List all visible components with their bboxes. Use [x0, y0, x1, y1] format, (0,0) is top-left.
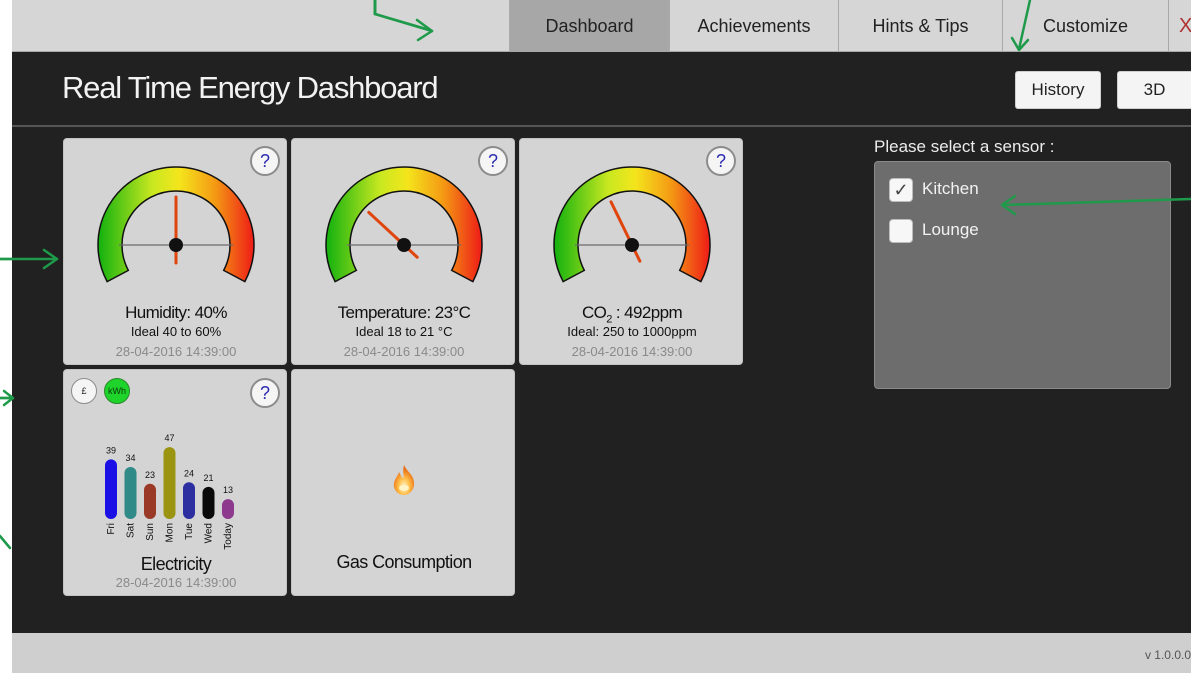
co2-card: ? CO2 : 492ppm Ideal: 250 to 1000ppm 28-… — [519, 138, 743, 365]
temperature-reading: Temperature: 23°C — [337, 303, 471, 322]
gauge-hub — [397, 238, 411, 252]
status-bar: v 1.0.0.0 — [12, 633, 1191, 673]
electricity-timestamp: 28-04-2016 14:39:00 — [115, 575, 237, 590]
electricity-card: £ kWh ? 39 Fri 34 Sat 23 Sun 47 Mon 24 Tue 21 Wed 13… — [63, 369, 287, 596]
electricity-bar-value: 23 — [145, 470, 155, 480]
humidity-reading: Humidity: 40% — [125, 303, 227, 322]
electricity-day-label: Sun — [145, 523, 156, 541]
humidity-gauge — [97, 166, 255, 283]
gas-title: Gas Consumption — [336, 552, 472, 572]
history-button[interactable]: History — [1015, 71, 1101, 109]
electricity-bar-value: 21 — [203, 473, 213, 483]
app-window: Dashboard Achievements Hints & Tips Cust… — [12, 0, 1191, 673]
header-divider — [12, 125, 1191, 127]
co2-reading: CO2 : 492ppm — [520, 303, 744, 325]
electricity-bar — [163, 447, 176, 519]
co2-gauge — [553, 166, 711, 283]
version-label: v 1.0.0.0 — [1144, 648, 1191, 662]
electricity-bar-value: 39 — [106, 445, 116, 455]
electricity-bar-chart: 39 Fri 34 Sat 23 Sun 47 Mon 24 Tue 21 Wed 13 Today — [105, 433, 234, 550]
electricity-bar — [202, 486, 215, 519]
close-button[interactable]: X — [1168, 0, 1191, 52]
electricity-day-label: Sat — [126, 523, 137, 538]
electricity-bar-value: 34 — [125, 453, 135, 463]
tab-bar: Dashboard Achievements Hints & Tips Cust… — [12, 0, 1191, 52]
sensor-panel: ✓ Kitchen Lounge — [874, 161, 1171, 389]
electricity-day-label: Tue — [184, 523, 195, 540]
temperature-ideal-range: Ideal 18 to 21 °C — [355, 324, 453, 339]
temperature-card: ? Temperature: 23°C Ideal 18 to 21 °C 28… — [291, 138, 515, 365]
tab-customize[interactable]: Customize — [1002, 0, 1168, 52]
kitchen-checkbox[interactable]: ✓ — [889, 178, 913, 202]
electricity-bar — [222, 499, 234, 519]
tab-dashboard[interactable]: Dashboard — [509, 0, 669, 52]
co2-label: CO — [581, 303, 607, 322]
electricity-day-label: Mon — [165, 523, 176, 542]
gas-card[interactable]: Gas Consumption — [291, 369, 515, 596]
electricity-bar-value: 24 — [184, 468, 194, 478]
electricity-bar — [183, 482, 195, 519]
gauge-arc — [325, 166, 483, 283]
sensor-label: Kitchen — [922, 179, 979, 198]
electricity-day-label: Today — [223, 523, 234, 550]
flame-icon — [393, 465, 415, 495]
page-title: Real Time Energy Dashboard — [62, 70, 439, 105]
electricity-bar — [105, 459, 117, 519]
electricity-bar-value: 13 — [223, 485, 233, 495]
view-3d-button[interactable]: 3D — [1117, 71, 1191, 109]
electricity-day-label: Fri — [106, 523, 117, 535]
temperature-gauge — [325, 166, 483, 283]
gauge-needle — [609, 200, 642, 263]
electricity-day-label: Wed — [204, 523, 215, 543]
humidity-timestamp: 28-04-2016 14:39:00 — [115, 344, 237, 359]
electricity-title: Electricity — [140, 554, 212, 574]
gauge-hub — [625, 238, 639, 252]
sensor-heading: Please select a sensor : — [874, 137, 1055, 156]
humidity-ideal-range: Ideal 40 to 60% — [130, 324, 222, 339]
gauge-needle — [367, 210, 419, 259]
electricity-bar — [124, 466, 137, 519]
sensor-label: Lounge — [922, 220, 979, 239]
humidity-card: ? Humidity: 40% Ideal 40 to 60% 28-04-20… — [63, 138, 287, 365]
co2-value: : 492ppm — [611, 303, 683, 322]
electricity-bar-value: 47 — [164, 433, 174, 443]
lounge-checkbox[interactable] — [889, 219, 913, 243]
co2-timestamp: 28-04-2016 14:39:00 — [571, 344, 693, 359]
gauge-hub — [169, 238, 183, 252]
tab-hints-tips[interactable]: Hints & Tips — [838, 0, 1002, 52]
gauge-arc — [553, 166, 711, 283]
co2-ideal-range: Ideal: 250 to 1000ppm — [567, 324, 697, 339]
electricity-bar — [144, 483, 156, 519]
temperature-timestamp: 28-04-2016 14:39:00 — [343, 344, 465, 359]
tab-achievements[interactable]: Achievements — [669, 0, 838, 52]
